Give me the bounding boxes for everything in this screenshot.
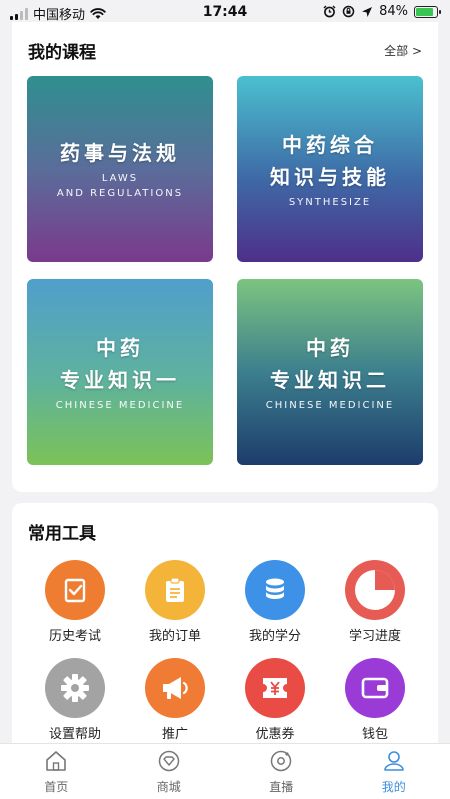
rotation-lock-icon — [342, 5, 355, 18]
course-title-line: 药事与法规 — [60, 141, 180, 165]
tool-circle — [345, 658, 405, 718]
tool-circle — [245, 658, 305, 718]
tool-label: 历史考试 — [48, 629, 101, 644]
tool-promotion[interactable]: 推广 — [130, 658, 220, 742]
progress-pie-icon — [355, 570, 395, 610]
status-bar: 中国移动 17:44 84% — [0, 0, 450, 24]
location-arrow-icon — [362, 6, 373, 17]
course-subtitle-line: AND REGULATIONS — [56, 188, 184, 199]
course-card-medicine-1[interactable]: 中药 专业知识一 CHINESE MEDICINE — [27, 279, 213, 465]
my-courses-card: 我的课程 全部 > 药事与法规 LAWS AND REGULATIONS 中药综… — [12, 22, 438, 492]
tab-home[interactable]: 首页 — [0, 744, 113, 799]
tool-circle — [45, 560, 105, 620]
tab-label: 直播 — [269, 780, 294, 794]
home-icon — [46, 751, 67, 771]
course-title-line: 知识与技能 — [270, 164, 390, 189]
course-subtitle-line: CHINESE MEDICINE — [55, 399, 185, 411]
tool-coupons[interactable]: 优惠券 — [230, 658, 320, 742]
tool-wallet[interactable]: 钱包 — [330, 658, 420, 742]
tab-shop[interactable]: 商城 — [113, 744, 226, 799]
course-subtitle-line: SYNTHESIZE — [288, 196, 372, 208]
battery-icon — [414, 5, 441, 18]
tool-label: 钱包 — [361, 727, 388, 742]
course-title-line: 中药 — [306, 335, 354, 360]
tool-circle — [145, 658, 205, 718]
user-icon — [383, 751, 404, 771]
tool-label: 设置帮助 — [48, 727, 101, 742]
tool-label: 我的学分 — [248, 629, 301, 644]
live-icon — [271, 750, 292, 772]
tool-label: 推广 — [161, 727, 188, 742]
tab-label: 我的 — [381, 780, 406, 794]
tool-my-orders[interactable]: 我的订单 — [130, 560, 220, 644]
tool-circle — [145, 560, 205, 620]
course-card-laws[interactable]: 药事与法规 LAWS AND REGULATIONS — [27, 76, 213, 262]
gear-icon — [61, 674, 89, 702]
tool-label: 我的订单 — [148, 629, 201, 644]
course-subtitle-line: LAWS — [101, 173, 139, 184]
battery-fill — [416, 7, 433, 16]
tool-settings-help[interactable]: 设置帮助 — [30, 658, 120, 742]
course-title-line: 专业知识一 — [60, 367, 180, 392]
common-tools-title: 常用工具 — [28, 524, 96, 544]
battery-percent: 84% — [379, 4, 408, 19]
coupon-yen-icon — [263, 678, 287, 698]
clipboard-icon — [166, 577, 184, 602]
tool-label: 学习进度 — [348, 629, 401, 644]
tool-circle — [45, 658, 105, 718]
alarm-icon — [323, 5, 336, 18]
bottom-tab-bar: 首页 商城 直播 我的 — [0, 743, 450, 799]
tool-circle — [345, 560, 405, 620]
course-card-medicine-2[interactable]: 中药 专业知识二 CHINESE MEDICINE — [237, 279, 423, 465]
see-all-courses-link[interactable]: 全部 > — [384, 42, 422, 59]
tab-label: 首页 — [44, 780, 69, 794]
my-courses-title: 我的课程 — [28, 43, 96, 63]
course-title-line: 中药 — [96, 335, 144, 360]
tab-label: 商城 — [156, 780, 181, 794]
course-title-line: 中药综合 — [282, 132, 378, 157]
tool-study-progress[interactable]: 学习进度 — [330, 560, 420, 644]
exam-check-icon — [64, 578, 86, 603]
course-title-line: 专业知识二 — [270, 367, 390, 392]
tool-label: 优惠券 — [255, 727, 295, 742]
shop-icon — [158, 750, 179, 772]
course-card-synthesize[interactable]: 中药综合 知识与技能 SYNTHESIZE — [237, 76, 423, 262]
tool-exam-history[interactable]: 历史考试 — [30, 560, 120, 644]
tab-live[interactable]: 直播 — [225, 744, 338, 799]
tool-circle — [245, 560, 305, 620]
wallet-icon — [361, 677, 389, 699]
common-tools-card: 常用工具 历史考试 我的订单 我的学分 学习进度 设置帮助 推广 优惠券 钱包 — [12, 503, 438, 753]
megaphone-icon — [163, 677, 188, 699]
database-coins-icon — [266, 578, 284, 599]
course-subtitle-line: CHINESE MEDICINE — [265, 399, 395, 411]
tool-my-credits[interactable]: 我的学分 — [230, 560, 320, 644]
tab-mine[interactable]: 我的 — [338, 744, 450, 799]
status-right: 84% — [323, 4, 441, 19]
